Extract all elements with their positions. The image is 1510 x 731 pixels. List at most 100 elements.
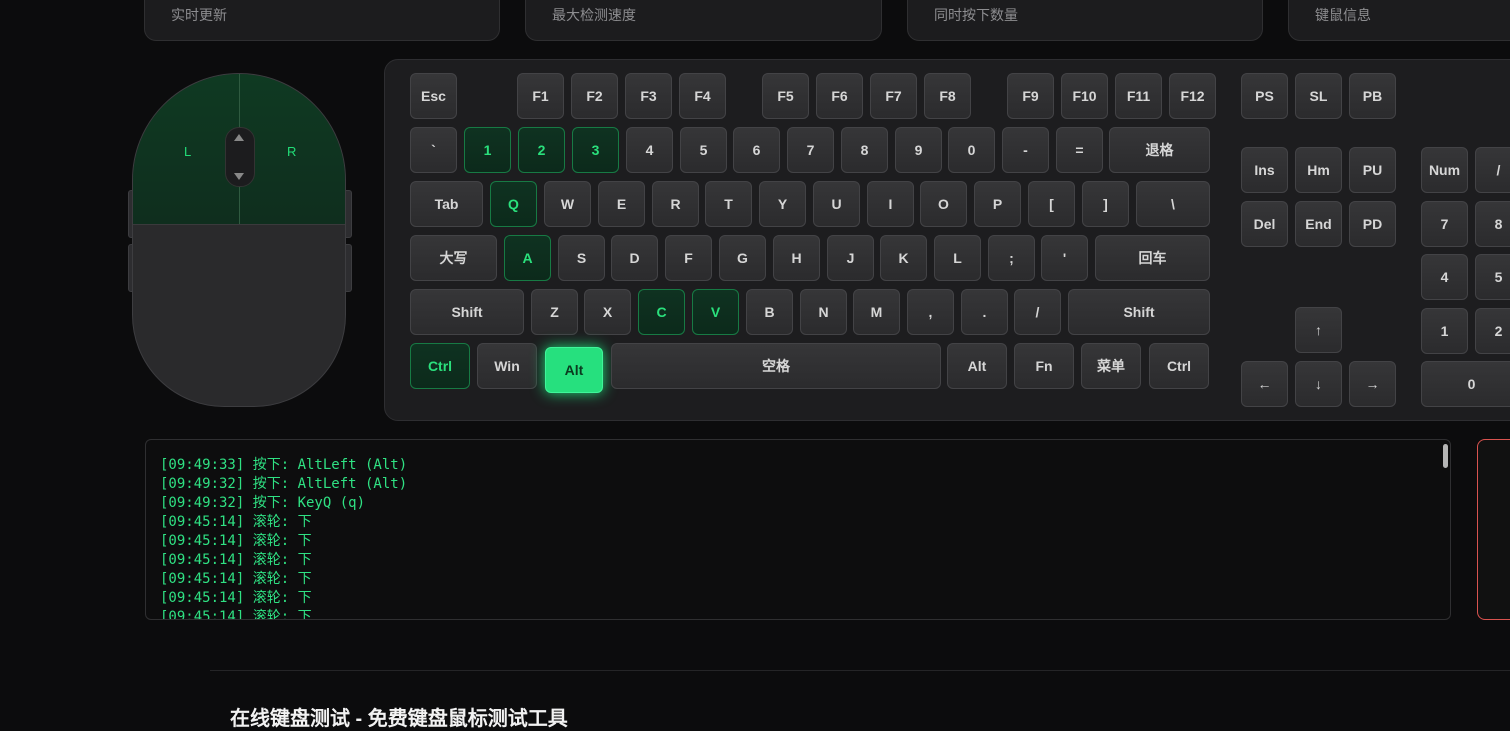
key-ps[interactable]: PS — [1241, 73, 1288, 119]
key-sym[interactable]: \ — [1136, 181, 1210, 227]
key-sym[interactable]: = — [1056, 127, 1103, 173]
key-c[interactable]: C — [638, 289, 685, 335]
key-tab[interactable]: Tab — [410, 181, 483, 227]
key-win[interactable]: Win — [477, 343, 537, 389]
key-u[interactable]: U — [813, 181, 860, 227]
key-alt[interactable]: Alt — [545, 347, 603, 393]
key-o[interactable]: O — [920, 181, 967, 227]
key-d[interactable]: D — [611, 235, 658, 281]
key-sym[interactable]: , — [907, 289, 954, 335]
key-end[interactable]: End — [1295, 201, 1342, 247]
key-n[interactable]: N — [800, 289, 847, 335]
key-w[interactable]: W — [544, 181, 591, 227]
key-sym[interactable]: 回车 — [1095, 235, 1210, 281]
key-sym[interactable]: ← — [1241, 361, 1288, 407]
key-sym[interactable]: ↓ — [1295, 361, 1342, 407]
key-sym[interactable]: ] — [1082, 181, 1129, 227]
key-9[interactable]: 9 — [895, 127, 942, 173]
key-f[interactable]: F — [665, 235, 712, 281]
key-8[interactable]: 8 — [841, 127, 888, 173]
scrollbar[interactable] — [1443, 444, 1448, 468]
stat-label: 键鼠信息 — [1315, 7, 1371, 23]
key-0[interactable]: 0 — [948, 127, 995, 173]
key-1[interactable]: 1 — [464, 127, 511, 173]
key-sym[interactable]: / — [1014, 289, 1061, 335]
key-p[interactable]: P — [974, 181, 1021, 227]
key-2[interactable]: 2 — [518, 127, 565, 173]
key-3[interactable]: 3 — [572, 127, 619, 173]
key-pu[interactable]: PU — [1349, 147, 1396, 193]
key-x[interactable]: X — [584, 289, 631, 335]
key-y[interactable]: Y — [759, 181, 806, 227]
key-alt[interactable]: Alt — [947, 343, 1007, 389]
key-sym[interactable]: 退格 — [1109, 127, 1210, 173]
key-a[interactable]: A — [504, 235, 551, 281]
key-g[interactable]: G — [719, 235, 766, 281]
key-f11[interactable]: F11 — [1115, 73, 1162, 119]
key-f10[interactable]: F10 — [1061, 73, 1108, 119]
key-pb[interactable]: PB — [1349, 73, 1396, 119]
key-f2[interactable]: F2 — [571, 73, 618, 119]
key-q[interactable]: Q — [490, 181, 537, 227]
key-j[interactable]: J — [827, 235, 874, 281]
key-num[interactable]: Num — [1421, 147, 1468, 193]
key-f6[interactable]: F6 — [816, 73, 863, 119]
key-z[interactable]: Z — [531, 289, 578, 335]
key-sym[interactable]: ' — [1041, 235, 1088, 281]
key-f9[interactable]: F9 — [1007, 73, 1054, 119]
key-sym[interactable]: 大写 — [410, 235, 497, 281]
key-sym[interactable]: / — [1475, 147, 1510, 193]
key-f7[interactable]: F7 — [870, 73, 917, 119]
key-ins[interactable]: Ins — [1241, 147, 1288, 193]
key-6[interactable]: 6 — [733, 127, 780, 173]
key-f8[interactable]: F8 — [924, 73, 971, 119]
key-4[interactable]: 4 — [626, 127, 673, 173]
key-sym[interactable]: → — [1349, 361, 1396, 407]
key-0[interactable]: 0 — [1421, 361, 1510, 407]
key-sym[interactable]: ↑ — [1295, 307, 1342, 353]
key-sl[interactable]: SL — [1295, 73, 1342, 119]
key-shift[interactable]: Shift — [410, 289, 524, 335]
key-sym[interactable]: [ — [1028, 181, 1075, 227]
key-r[interactable]: R — [652, 181, 699, 227]
key-pd[interactable]: PD — [1349, 201, 1396, 247]
key-sym[interactable]: . — [961, 289, 1008, 335]
mouse-wheel[interactable] — [225, 127, 255, 187]
key-shift[interactable]: Shift — [1068, 289, 1210, 335]
key-sym[interactable]: - — [1002, 127, 1049, 173]
key-f3[interactable]: F3 — [625, 73, 672, 119]
key-fn[interactable]: Fn — [1014, 343, 1074, 389]
key-f5[interactable]: F5 — [762, 73, 809, 119]
key-sym[interactable]: 空格 — [611, 343, 941, 389]
key-v[interactable]: V — [692, 289, 739, 335]
key-f12[interactable]: F12 — [1169, 73, 1216, 119]
key-m[interactable]: M — [853, 289, 900, 335]
key-ctrl[interactable]: Ctrl — [410, 343, 470, 389]
event-log[interactable]: [09:49:33] 按下: AltLeft (Alt) [09:49:32] 按… — [145, 439, 1451, 620]
key-4[interactable]: 4 — [1421, 254, 1468, 300]
key-del[interactable]: Del — [1241, 201, 1288, 247]
key-f4[interactable]: F4 — [679, 73, 726, 119]
key-7[interactable]: 7 — [1421, 201, 1468, 247]
key-s[interactable]: S — [558, 235, 605, 281]
key-5[interactable]: 5 — [680, 127, 727, 173]
key-i[interactable]: I — [867, 181, 914, 227]
key-sym[interactable]: ; — [988, 235, 1035, 281]
key-sym[interactable]: ` — [410, 127, 457, 173]
key-5[interactable]: 5 — [1475, 254, 1510, 300]
key-sym[interactable]: 菜单 — [1081, 343, 1141, 389]
key-7[interactable]: 7 — [787, 127, 834, 173]
key-t[interactable]: T — [705, 181, 752, 227]
key-e[interactable]: E — [598, 181, 645, 227]
key-esc[interactable]: Esc — [410, 73, 457, 119]
key-1[interactable]: 1 — [1421, 308, 1468, 354]
key-h[interactable]: H — [773, 235, 820, 281]
key-2[interactable]: 2 — [1475, 308, 1510, 354]
key-b[interactable]: B — [746, 289, 793, 335]
key-hm[interactable]: Hm — [1295, 147, 1342, 193]
key-l[interactable]: L — [934, 235, 981, 281]
key-f1[interactable]: F1 — [517, 73, 564, 119]
key-ctrl[interactable]: Ctrl — [1149, 343, 1209, 389]
key-8[interactable]: 8 — [1475, 201, 1510, 247]
key-k[interactable]: K — [880, 235, 927, 281]
